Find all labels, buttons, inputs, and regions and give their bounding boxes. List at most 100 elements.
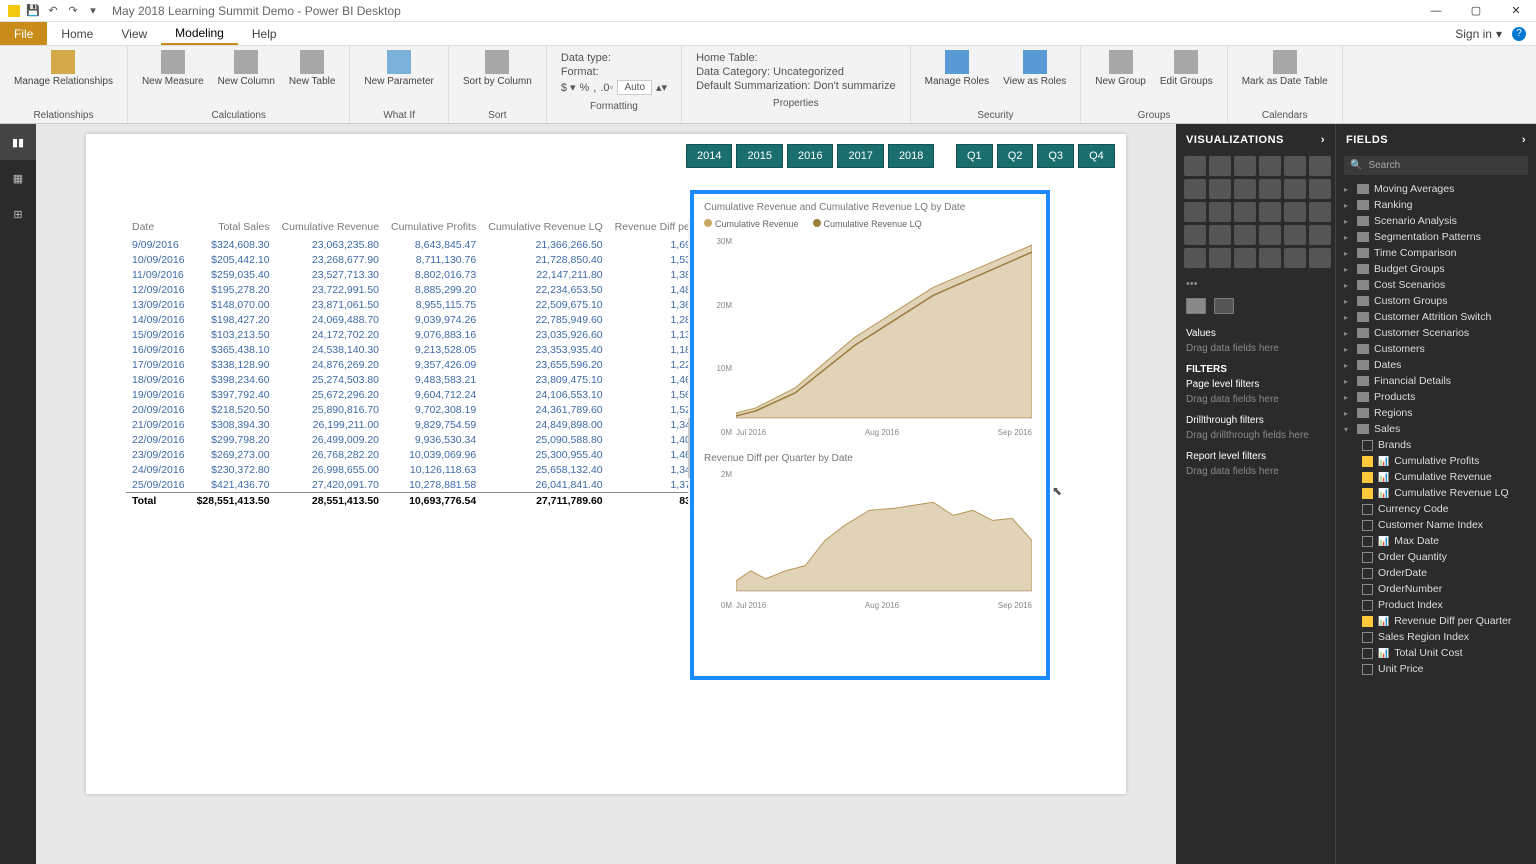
viz-type-icon[interactable] <box>1209 225 1231 245</box>
table-row[interactable]: 15/09/2016$103,213.5024,172,702.209,076,… <box>126 327 738 342</box>
slicer-year-button[interactable]: 2017 <box>837 144 883 168</box>
data-category-label[interactable]: Data Category: Uncategorized <box>696 66 896 78</box>
decimal-icon[interactable]: .0◦ <box>600 82 613 94</box>
viz-type-icon[interactable] <box>1209 248 1231 268</box>
manage-roles-button[interactable]: Manage Roles <box>919 48 995 108</box>
fields-table-row[interactable]: ▸Time Comparison <box>1336 245 1536 261</box>
viz-type-icon[interactable] <box>1234 248 1256 268</box>
field-checkbox[interactable] <box>1362 664 1373 675</box>
percent-icon[interactable]: % <box>580 82 590 94</box>
qat-dropdown-icon[interactable]: ▾ <box>86 4 100 18</box>
sort-by-column-button[interactable]: Sort by Column <box>457 48 538 108</box>
new-group-button[interactable]: New Group <box>1089 48 1152 108</box>
viz-type-icon[interactable] <box>1309 248 1331 268</box>
field-row[interactable]: Currency Code <box>1336 501 1536 517</box>
fields-table-row[interactable]: ▸Customers <box>1336 341 1536 357</box>
viz-type-icon[interactable] <box>1209 156 1231 176</box>
collapse-icon[interactable]: › <box>1321 134 1325 146</box>
table-row[interactable]: 18/09/2016$398,234.6025,274,503.809,483,… <box>126 372 738 387</box>
table-row[interactable]: 19/09/2016$397,792.4025,672,296.209,604,… <box>126 387 738 402</box>
new-parameter-button[interactable]: New Parameter <box>358 48 439 108</box>
field-row[interactable]: Customer Name Index <box>1336 517 1536 533</box>
viz-type-icon[interactable] <box>1309 225 1331 245</box>
mark-date-table-button[interactable]: Mark as Date Table <box>1236 48 1334 108</box>
field-row[interactable]: 📊Revenue Diff per Quarter <box>1336 613 1536 629</box>
table-row[interactable]: 12/09/2016$195,278.2023,722,991.508,885,… <box>126 282 738 297</box>
slicer-year-button[interactable]: 2014 <box>686 144 732 168</box>
field-checkbox[interactable] <box>1362 440 1373 451</box>
fields-table-row[interactable]: ▸Scenario Analysis <box>1336 213 1536 229</box>
field-row[interactable]: 📊Total Unit Cost <box>1336 645 1536 661</box>
viz-type-icon[interactable] <box>1309 202 1331 222</box>
field-checkbox[interactable] <box>1362 568 1373 579</box>
field-row[interactable]: 📊Cumulative Revenue <box>1336 469 1536 485</box>
viz-type-icon[interactable] <box>1259 225 1281 245</box>
tab-view[interactable]: View <box>107 22 161 45</box>
viz-type-icon[interactable] <box>1209 202 1231 222</box>
table-row[interactable]: 14/09/2016$198,427.2024,069,488.709,039,… <box>126 312 738 327</box>
field-checkbox[interactable] <box>1362 616 1373 627</box>
viz-type-icon[interactable] <box>1284 248 1306 268</box>
fields-table-row[interactable]: ▸Financial Details <box>1336 373 1536 389</box>
fields-table-row-expanded[interactable]: ▾Sales <box>1336 421 1536 437</box>
slicer-quarter-button[interactable]: Q1 <box>956 144 993 168</box>
page-filters-placeholder[interactable]: Drag data fields here <box>1186 394 1325 405</box>
slicer-quarter-button[interactable]: Q3 <box>1037 144 1074 168</box>
data-table-visual[interactable]: DateTotal SalesCumulative RevenueCumulat… <box>126 218 686 508</box>
more-visuals-icon[interactable]: ••• <box>1176 276 1335 292</box>
home-table-label[interactable]: Home Table: <box>696 52 896 64</box>
comma-icon[interactable]: , <box>593 82 596 94</box>
fields-table-row[interactable]: ▸Cost Scenarios <box>1336 277 1536 293</box>
drillthrough-placeholder[interactable]: Drag drillthrough fields here <box>1186 430 1325 441</box>
field-row[interactable]: OrderDate <box>1336 565 1536 581</box>
field-checkbox[interactable] <box>1362 632 1373 643</box>
fields-table-row[interactable]: ▸Regions <box>1336 405 1536 421</box>
fields-table-row[interactable]: ▸Segmentation Patterns <box>1336 229 1536 245</box>
file-tab[interactable]: File <box>0 22 47 45</box>
table-header[interactable]: Total Sales <box>191 218 276 237</box>
format-tab-icon[interactable] <box>1214 298 1234 314</box>
field-checkbox[interactable] <box>1362 520 1373 531</box>
new-column-button[interactable]: New Column <box>212 48 281 108</box>
viz-type-icon[interactable] <box>1259 202 1281 222</box>
stepper-icon[interactable]: ▴▾ <box>656 81 667 94</box>
values-placeholder[interactable]: Drag data fields here <box>1186 343 1325 354</box>
tab-home[interactable]: Home <box>47 22 107 45</box>
field-checkbox[interactable] <box>1362 488 1373 499</box>
redo-icon[interactable]: ↷ <box>66 4 80 18</box>
field-row[interactable]: Order Quantity <box>1336 549 1536 565</box>
field-checkbox[interactable] <box>1362 648 1373 659</box>
table-header[interactable]: Cumulative Profits <box>385 218 482 237</box>
fields-tab-icon[interactable] <box>1186 298 1206 314</box>
format-label[interactable]: Format: <box>561 66 667 78</box>
minimize-icon[interactable]: — <box>1416 0 1456 22</box>
table-row[interactable]: 24/09/2016$230,372.8026,998,655.0010,126… <box>126 462 738 477</box>
data-view-icon[interactable]: ▦ <box>0 160 36 196</box>
report-canvas[interactable]: 20142015201620172018 Q1Q2Q3Q4 DateTotal … <box>36 124 1176 864</box>
viz-type-icon[interactable] <box>1184 179 1206 199</box>
fields-table-row[interactable]: ▸Products <box>1336 389 1536 405</box>
new-measure-button[interactable]: New Measure <box>136 48 210 108</box>
table-row[interactable]: 17/09/2016$338,128.9024,876,269.209,357,… <box>126 357 738 372</box>
maximize-icon[interactable]: ▢ <box>1456 0 1496 22</box>
currency-icon[interactable]: $ ▾ <box>561 81 576 94</box>
table-row[interactable]: 13/09/2016$148,070.0023,871,061.508,955,… <box>126 297 738 312</box>
fields-table-row[interactable]: ▸Ranking <box>1336 197 1536 213</box>
table-header[interactable]: Date <box>126 218 191 237</box>
tab-modeling[interactable]: Modeling <box>161 22 238 45</box>
auto-box[interactable]: Auto <box>617 80 652 95</box>
field-checkbox[interactable] <box>1362 552 1373 563</box>
table-row[interactable]: 23/09/2016$269,273.0026,768,282.2010,039… <box>126 447 738 462</box>
viz-type-icon[interactable] <box>1184 225 1206 245</box>
field-row[interactable]: 📊Cumulative Revenue LQ <box>1336 485 1536 501</box>
table-header[interactable]: Cumulative Revenue <box>276 218 385 237</box>
table-row[interactable]: 20/09/2016$218,520.5025,890,816.709,702,… <box>126 402 738 417</box>
fields-table-row[interactable]: ▸Customer Scenarios <box>1336 325 1536 341</box>
field-checkbox[interactable] <box>1362 600 1373 611</box>
table-row[interactable]: 10/09/2016$205,442.1023,268,677.908,711,… <box>126 252 738 267</box>
field-row[interactable]: OrderNumber <box>1336 581 1536 597</box>
fields-table-row[interactable]: ▸Dates <box>1336 357 1536 373</box>
table-row[interactable]: 11/09/2016$259,035.4023,527,713.308,802,… <box>126 267 738 282</box>
viz-type-icon[interactable] <box>1259 248 1281 268</box>
viz-type-icon[interactable] <box>1259 156 1281 176</box>
